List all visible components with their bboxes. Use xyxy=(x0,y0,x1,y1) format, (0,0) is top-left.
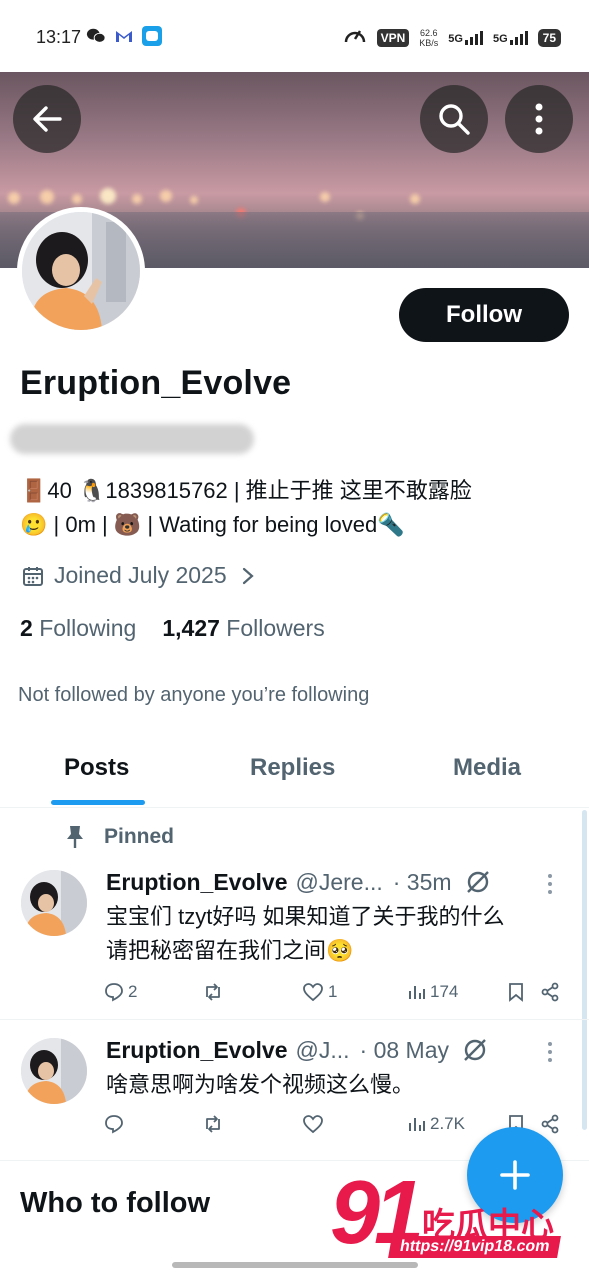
joined-text: Joined July 2025 xyxy=(54,562,227,588)
watermark-url: https://91vip18.com xyxy=(388,1236,562,1258)
repost-button[interactable] xyxy=(202,1114,224,1134)
post-text: 啥意思啊为啥发个视频这么慢。 xyxy=(106,1072,415,1097)
following-stat[interactable]: 2 Following xyxy=(20,615,136,642)
post-author-handle[interactable]: @J... xyxy=(295,1037,349,1064)
post-more-icon[interactable] xyxy=(548,1042,552,1062)
tab-posts[interactable]: Posts xyxy=(64,754,129,782)
status-time: 13:17 xyxy=(36,27,82,47)
follow-stats: 2 Following 1,427 Followers xyxy=(20,615,325,642)
like-button[interactable]: 1 xyxy=(302,982,337,1002)
back-arrow-icon xyxy=(33,106,62,132)
heart-icon xyxy=(303,1115,323,1134)
reply-icon xyxy=(105,983,123,1002)
chevron-right-icon xyxy=(242,567,254,584)
post-time: · 35m xyxy=(392,868,452,895)
gmail-icon xyxy=(114,26,134,46)
bio-line-1: 🚪40 🐧1839815762 | 推止于推 这里不敢露脸 xyxy=(20,478,472,503)
more-options-button[interactable] xyxy=(505,85,573,153)
post-text: 宝宝们 tzyt好吗 如果知道了关于我的什么 请把秘密留在我们之间🥺 xyxy=(106,904,505,963)
profile-bio: 🚪40 🐧1839815762 | 推止于推 这里不敢露脸 🥲 | 0m | 🐻… xyxy=(20,474,575,542)
post-time: · 08 May xyxy=(359,1036,449,1063)
more-vertical-icon xyxy=(535,103,543,135)
post-author-handle[interactable]: @Jere... xyxy=(295,869,382,896)
avatar-image xyxy=(21,1038,87,1104)
reply-icon xyxy=(105,1115,123,1134)
back-button[interactable] xyxy=(13,85,81,153)
views-icon xyxy=(409,986,425,999)
follow-button[interactable]: Follow xyxy=(399,288,569,342)
repost-icon xyxy=(206,983,220,1001)
share-button[interactable] xyxy=(540,982,560,1002)
not-followed-notice: Not followed by anyone you’re following xyxy=(18,684,370,706)
post-more-icon[interactable] xyxy=(548,874,552,894)
grok-icon[interactable] xyxy=(461,1036,489,1064)
heart-icon xyxy=(303,983,323,1002)
bookmark-icon xyxy=(509,983,523,1002)
profile-display-name: Eruption_Evolve xyxy=(20,364,292,402)
post-author-name[interactable]: Eruption_Evolve xyxy=(106,1037,287,1064)
bookmark-button[interactable] xyxy=(508,982,524,1002)
repost-button[interactable] xyxy=(202,982,224,1002)
app-icon xyxy=(142,26,162,46)
signal-1: 5G xyxy=(448,30,483,45)
home-indicator[interactable] xyxy=(172,1262,418,1268)
reply-button[interactable]: 2 xyxy=(104,982,137,1002)
joined-date-row[interactable]: Joined July 2025 xyxy=(22,562,255,589)
vpn-badge: VPN xyxy=(376,28,410,47)
wechat-icon xyxy=(86,26,106,46)
active-tab-indicator xyxy=(51,800,145,805)
watermark: 91 吃瓜中心 https://91vip18.com xyxy=(330,1163,580,1272)
post-avatar[interactable] xyxy=(21,870,87,936)
profile-tabs: Posts Replies Media xyxy=(0,742,589,808)
signal-bars-icon xyxy=(509,30,528,45)
post-item[interactable]: Eruption_Evolve @Jere... · 35m 宝宝们 tzyt好… xyxy=(0,860,589,1010)
battery-indicator: 75 xyxy=(537,28,561,47)
redacted-handle xyxy=(10,424,254,454)
pin-icon xyxy=(67,826,83,848)
share-icon xyxy=(541,982,559,1002)
post-header: Eruption_Evolve @J... · 08 May xyxy=(106,1036,489,1064)
speedometer-icon xyxy=(343,24,367,51)
avatar-image xyxy=(22,212,140,330)
signal-bars-icon xyxy=(464,30,483,45)
signal-2: 5G xyxy=(493,30,528,45)
pinned-label: Pinned xyxy=(64,824,174,850)
views-icon xyxy=(409,1118,425,1131)
profile-avatar[interactable] xyxy=(17,207,145,335)
post-avatar[interactable] xyxy=(21,1038,87,1104)
search-icon xyxy=(439,104,470,135)
share-icon xyxy=(541,1114,559,1134)
calendar-icon xyxy=(23,566,43,586)
repost-icon xyxy=(206,1115,220,1133)
post-header: Eruption_Evolve @Jere... · 35m xyxy=(106,868,492,896)
views-button[interactable]: 2.7K xyxy=(408,1114,465,1134)
avatar-image xyxy=(21,870,87,936)
tab-replies[interactable]: Replies xyxy=(250,754,335,782)
grok-icon[interactable] xyxy=(464,868,492,896)
views-button[interactable]: 174 xyxy=(408,982,458,1002)
post-author-name[interactable]: Eruption_Evolve xyxy=(106,869,287,896)
like-button[interactable] xyxy=(302,1114,324,1134)
post-actions: 2 1 174 xyxy=(104,982,564,1008)
status-bar: 13:17 VPN 62.6 KB/s 5G 5G 75 xyxy=(0,0,589,72)
followers-stat[interactable]: 1,427 Followers xyxy=(162,615,324,642)
status-right: VPN 62.6 KB/s 5G 5G 75 xyxy=(343,24,561,51)
search-button[interactable] xyxy=(420,85,488,153)
who-to-follow-heading: Who to follow xyxy=(20,1187,211,1219)
share-button[interactable] xyxy=(540,1114,560,1134)
net-speed: 62.6 KB/s xyxy=(419,27,439,48)
bio-line-2: 🥲 | 0m | 🐻 | Wating for being loved🔦 xyxy=(20,512,405,537)
post-divider xyxy=(0,1019,589,1020)
tab-media[interactable]: Media xyxy=(453,754,521,782)
notification-icons xyxy=(86,26,162,46)
reply-button[interactable] xyxy=(104,1114,124,1134)
